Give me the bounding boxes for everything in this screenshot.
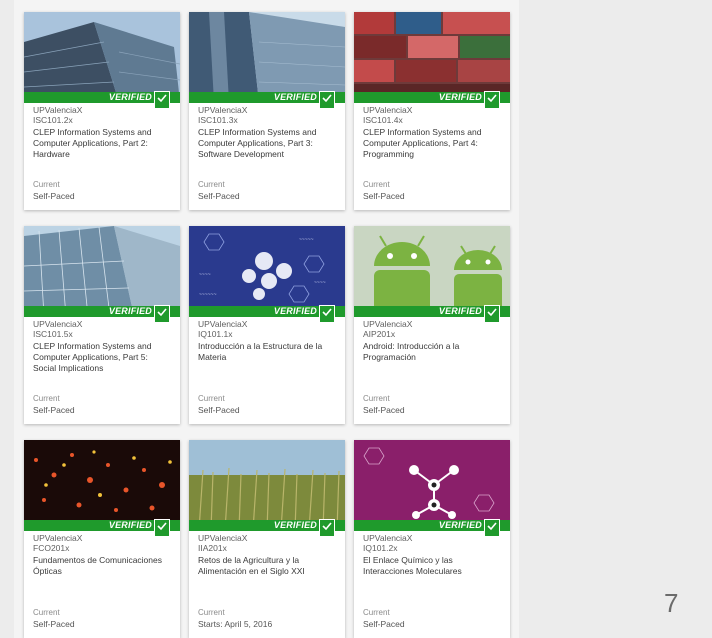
course-title[interactable]: Retos de la Agricultura y la Alimentació…: [198, 555, 337, 588]
course-code: IIA201x: [198, 543, 227, 553]
course-org: UPValenciaX: [363, 533, 413, 543]
course-org: UPValenciaX: [33, 533, 83, 543]
course-card[interactable]: VERIFIED UPValenciaX AIP201x Android: In…: [354, 226, 510, 424]
course-org: UPValenciaX: [33, 319, 83, 329]
course-code: AIP201x: [363, 329, 396, 339]
verified-label: VERIFIED: [273, 520, 317, 530]
course-card[interactable]: VERIFIED UPValenciaX FCO201x Fundamentos…: [24, 440, 180, 638]
course-card[interactable]: VERIFIED UPValenciaX ISC101.3x CLEP Info…: [189, 12, 345, 210]
page-number: 7: [664, 588, 679, 618]
course-code: ISC101.4x: [363, 115, 403, 125]
course-thumbnail[interactable]: [189, 12, 345, 102]
course-org: UPValenciaX: [198, 533, 248, 543]
svg-text:~~~~: ~~~~: [314, 280, 326, 286]
svg-text:~~~~~: ~~~~~: [299, 237, 314, 243]
course-thumbnail[interactable]: [354, 12, 510, 102]
course-card[interactable]: VERIFIED UPValenciaX IQ101.2x El Enlace …: [354, 440, 510, 638]
course-title[interactable]: El Enlace Químico y las Interacciones Mo…: [363, 555, 502, 588]
course-thumbnail[interactable]: [24, 12, 180, 102]
course-pace: Self-Paced: [198, 191, 240, 201]
course-org: UPValenciaX: [363, 105, 413, 115]
verified-label: VERIFIED: [108, 92, 152, 102]
course-code: ISC101.2x: [33, 115, 73, 125]
course-thumbnail[interactable]: [354, 440, 510, 530]
course-grid: VERIFIED UPValenciaX ISC101.2x CLEP Info…: [14, 0, 519, 638]
course-code: IQ101.1x: [198, 329, 233, 339]
verified-label: VERIFIED: [108, 520, 152, 530]
course-org: UPValenciaX: [198, 319, 248, 329]
course-title[interactable]: CLEP Information Systems and Computer Ap…: [33, 127, 172, 160]
course-pace: Self-Paced: [363, 405, 405, 415]
course-title[interactable]: Android: Introducción a la Programación: [363, 341, 502, 374]
course-pace: Starts: April 5, 2016: [198, 619, 273, 629]
verified-label: VERIFIED: [273, 306, 317, 316]
course-title[interactable]: Introducción a la Estructura de la Mater…: [198, 341, 337, 374]
course-title[interactable]: CLEP Information Systems and Computer Ap…: [198, 127, 337, 160]
course-card[interactable]: VERIFIED UPValenciaX ISC101.2x CLEP Info…: [24, 12, 180, 210]
verified-label: VERIFIED: [438, 92, 482, 102]
course-card[interactable]: VERIFIED UPValenciaX ISC101.4x CLEP Info…: [354, 12, 510, 210]
course-thumbnail[interactable]: [354, 226, 510, 316]
course-org: UPValenciaX: [33, 105, 83, 115]
verified-label: VERIFIED: [438, 520, 482, 530]
course-status: Current: [363, 394, 390, 403]
verified-label: VERIFIED: [438, 306, 482, 316]
course-code: ISC101.5x: [33, 329, 73, 339]
course-code: IQ101.2x: [363, 543, 398, 553]
verified-label: VERIFIED: [273, 92, 317, 102]
course-thumbnail[interactable]: [24, 226, 180, 316]
course-status: Current: [33, 608, 60, 617]
svg-text:~~~~~~: ~~~~~~: [199, 292, 217, 298]
course-pace: Self-Paced: [363, 191, 405, 201]
course-pace: Self-Paced: [33, 619, 75, 629]
course-status: Current: [363, 180, 390, 189]
verified-label: VERIFIED: [108, 306, 152, 316]
course-pace: Self-Paced: [33, 405, 75, 415]
course-status: Current: [198, 180, 225, 189]
course-code: FCO201x: [33, 543, 70, 553]
course-title[interactable]: CLEP Information Systems and Computer Ap…: [33, 341, 172, 374]
course-status: Current: [198, 394, 225, 403]
course-status: Current: [363, 608, 390, 617]
course-pace: Self-Paced: [33, 191, 75, 201]
svg-text:~~~~: ~~~~: [199, 272, 211, 278]
course-status: Current: [198, 608, 225, 617]
course-code: ISC101.3x: [198, 115, 238, 125]
course-thumbnail[interactable]: ~~~~ ~~~~~~ ~~~~~ ~~~~: [189, 226, 345, 316]
course-card[interactable]: ~~~~ ~~~~~~ ~~~~~ ~~~~ VERIFIED UPValencia…: [189, 226, 345, 424]
course-status: Current: [33, 394, 60, 403]
course-org: UPValenciaX: [198, 105, 248, 115]
course-org: UPValenciaX: [363, 319, 413, 329]
course-card[interactable]: VERIFIED UPValenciaX ISC101.5x CLEP Info…: [24, 226, 180, 424]
course-status: Current: [33, 180, 60, 189]
course-thumbnail[interactable]: [24, 440, 180, 530]
course-pace: Self-Paced: [363, 619, 405, 629]
course-thumbnail[interactable]: [189, 440, 345, 530]
course-title[interactable]: CLEP Information Systems and Computer Ap…: [363, 127, 502, 160]
course-card[interactable]: VERIFIED UPValenciaX IIA201x Retos de la…: [189, 440, 345, 638]
course-pace: Self-Paced: [198, 405, 240, 415]
course-title[interactable]: Fundamentos de Comunicaciones Ópticas: [33, 555, 172, 588]
